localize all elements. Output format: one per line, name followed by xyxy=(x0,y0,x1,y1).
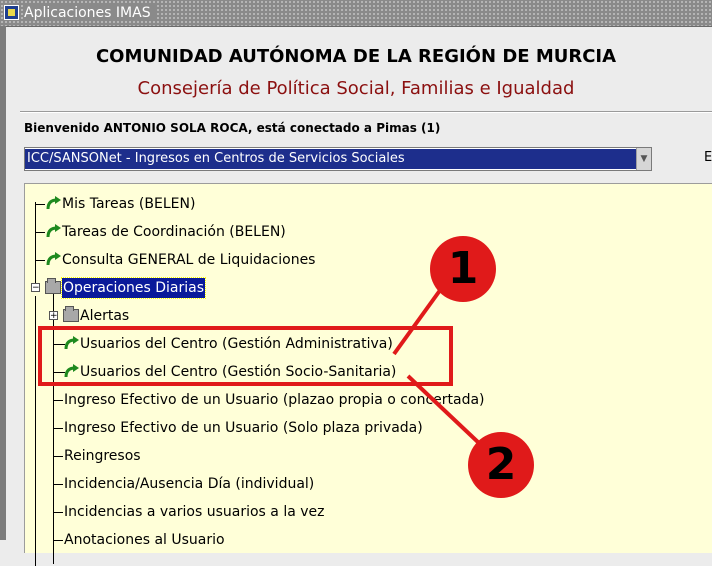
window-left-border xyxy=(0,26,6,540)
tree-connector xyxy=(53,512,63,513)
tree-connector xyxy=(35,202,36,290)
tree-item-ingreso-plaza-propia[interactable]: Ingreso Efectivo de un Usuario (plazao p… xyxy=(64,390,485,410)
application-select-value[interactable]: ICC/SANSONet - Ingresos en Centros de Se… xyxy=(25,149,637,169)
page-subtitle: Consejería de Política Social, Familias … xyxy=(137,78,575,99)
expand-toggle-icon[interactable]: + xyxy=(49,311,58,321)
green-arrow-icon xyxy=(46,252,61,266)
tree-connector xyxy=(53,540,63,541)
header-divider xyxy=(20,111,712,113)
tree-item-alertas[interactable]: Alertas xyxy=(80,306,129,326)
window-title: Aplicaciones IMAS xyxy=(24,5,157,21)
tree-connector xyxy=(35,232,45,233)
tree-item-consulta-liquidaciones[interactable]: Consulta GENERAL de Liquidaciones xyxy=(62,250,315,270)
green-arrow-icon xyxy=(46,196,61,210)
tree-item-ingreso-plaza-privada[interactable]: Ingreso Efectivo de un Usuario (Solo pla… xyxy=(64,418,423,438)
folder-icon xyxy=(45,278,61,294)
tree-item-incidencias-varios[interactable]: Incidencias a varios usuarios a la vez xyxy=(64,502,325,522)
truncated-side-label: E xyxy=(704,150,712,165)
tree-connector xyxy=(53,400,63,401)
application-select[interactable]: ICC/SANSONet - Ingresos en Centros de Se… xyxy=(24,147,652,171)
tree-connector xyxy=(53,428,63,429)
tree-item-anotaciones-usuario[interactable]: Anotaciones al Usuario xyxy=(64,530,225,550)
annotation-badge-1: 1 xyxy=(430,236,496,302)
dropdown-arrow-icon[interactable]: ▼ xyxy=(636,148,651,170)
welcome-message: Bienvenido ANTONIO SOLA ROCA, está conec… xyxy=(24,121,441,135)
folder-icon xyxy=(63,306,79,322)
tree-item-incidencia-ausencia[interactable]: Incidencia/Ausencia Día (individual) xyxy=(64,474,314,494)
app-window-icon xyxy=(4,5,19,20)
tree-connector xyxy=(35,204,45,205)
tree-item-mis-tareas[interactable]: Mis Tareas (BELEN) xyxy=(62,194,195,214)
tree-item-operaciones-diarias[interactable]: Operaciones Diarias xyxy=(60,277,207,299)
annotation-badge-2: 2 xyxy=(468,432,534,498)
tree-item-tareas-coordinacion[interactable]: Tareas de Coordinación (BELEN) xyxy=(62,222,286,242)
green-arrow-icon xyxy=(46,224,61,238)
tree-item-reingresos[interactable]: Reingresos xyxy=(64,446,141,466)
tree-connector xyxy=(53,456,63,457)
title-bar[interactable]: Aplicaciones IMAS xyxy=(0,0,712,27)
highlight-box xyxy=(38,326,453,386)
tree-connector xyxy=(53,484,63,485)
tree-connector xyxy=(35,260,45,261)
tree-connector xyxy=(35,296,36,566)
page-title: COMUNIDAD AUTÓNOMA DE LA REGIÓN DE MURCI… xyxy=(95,46,617,67)
collapse-toggle-icon[interactable]: − xyxy=(31,283,40,293)
